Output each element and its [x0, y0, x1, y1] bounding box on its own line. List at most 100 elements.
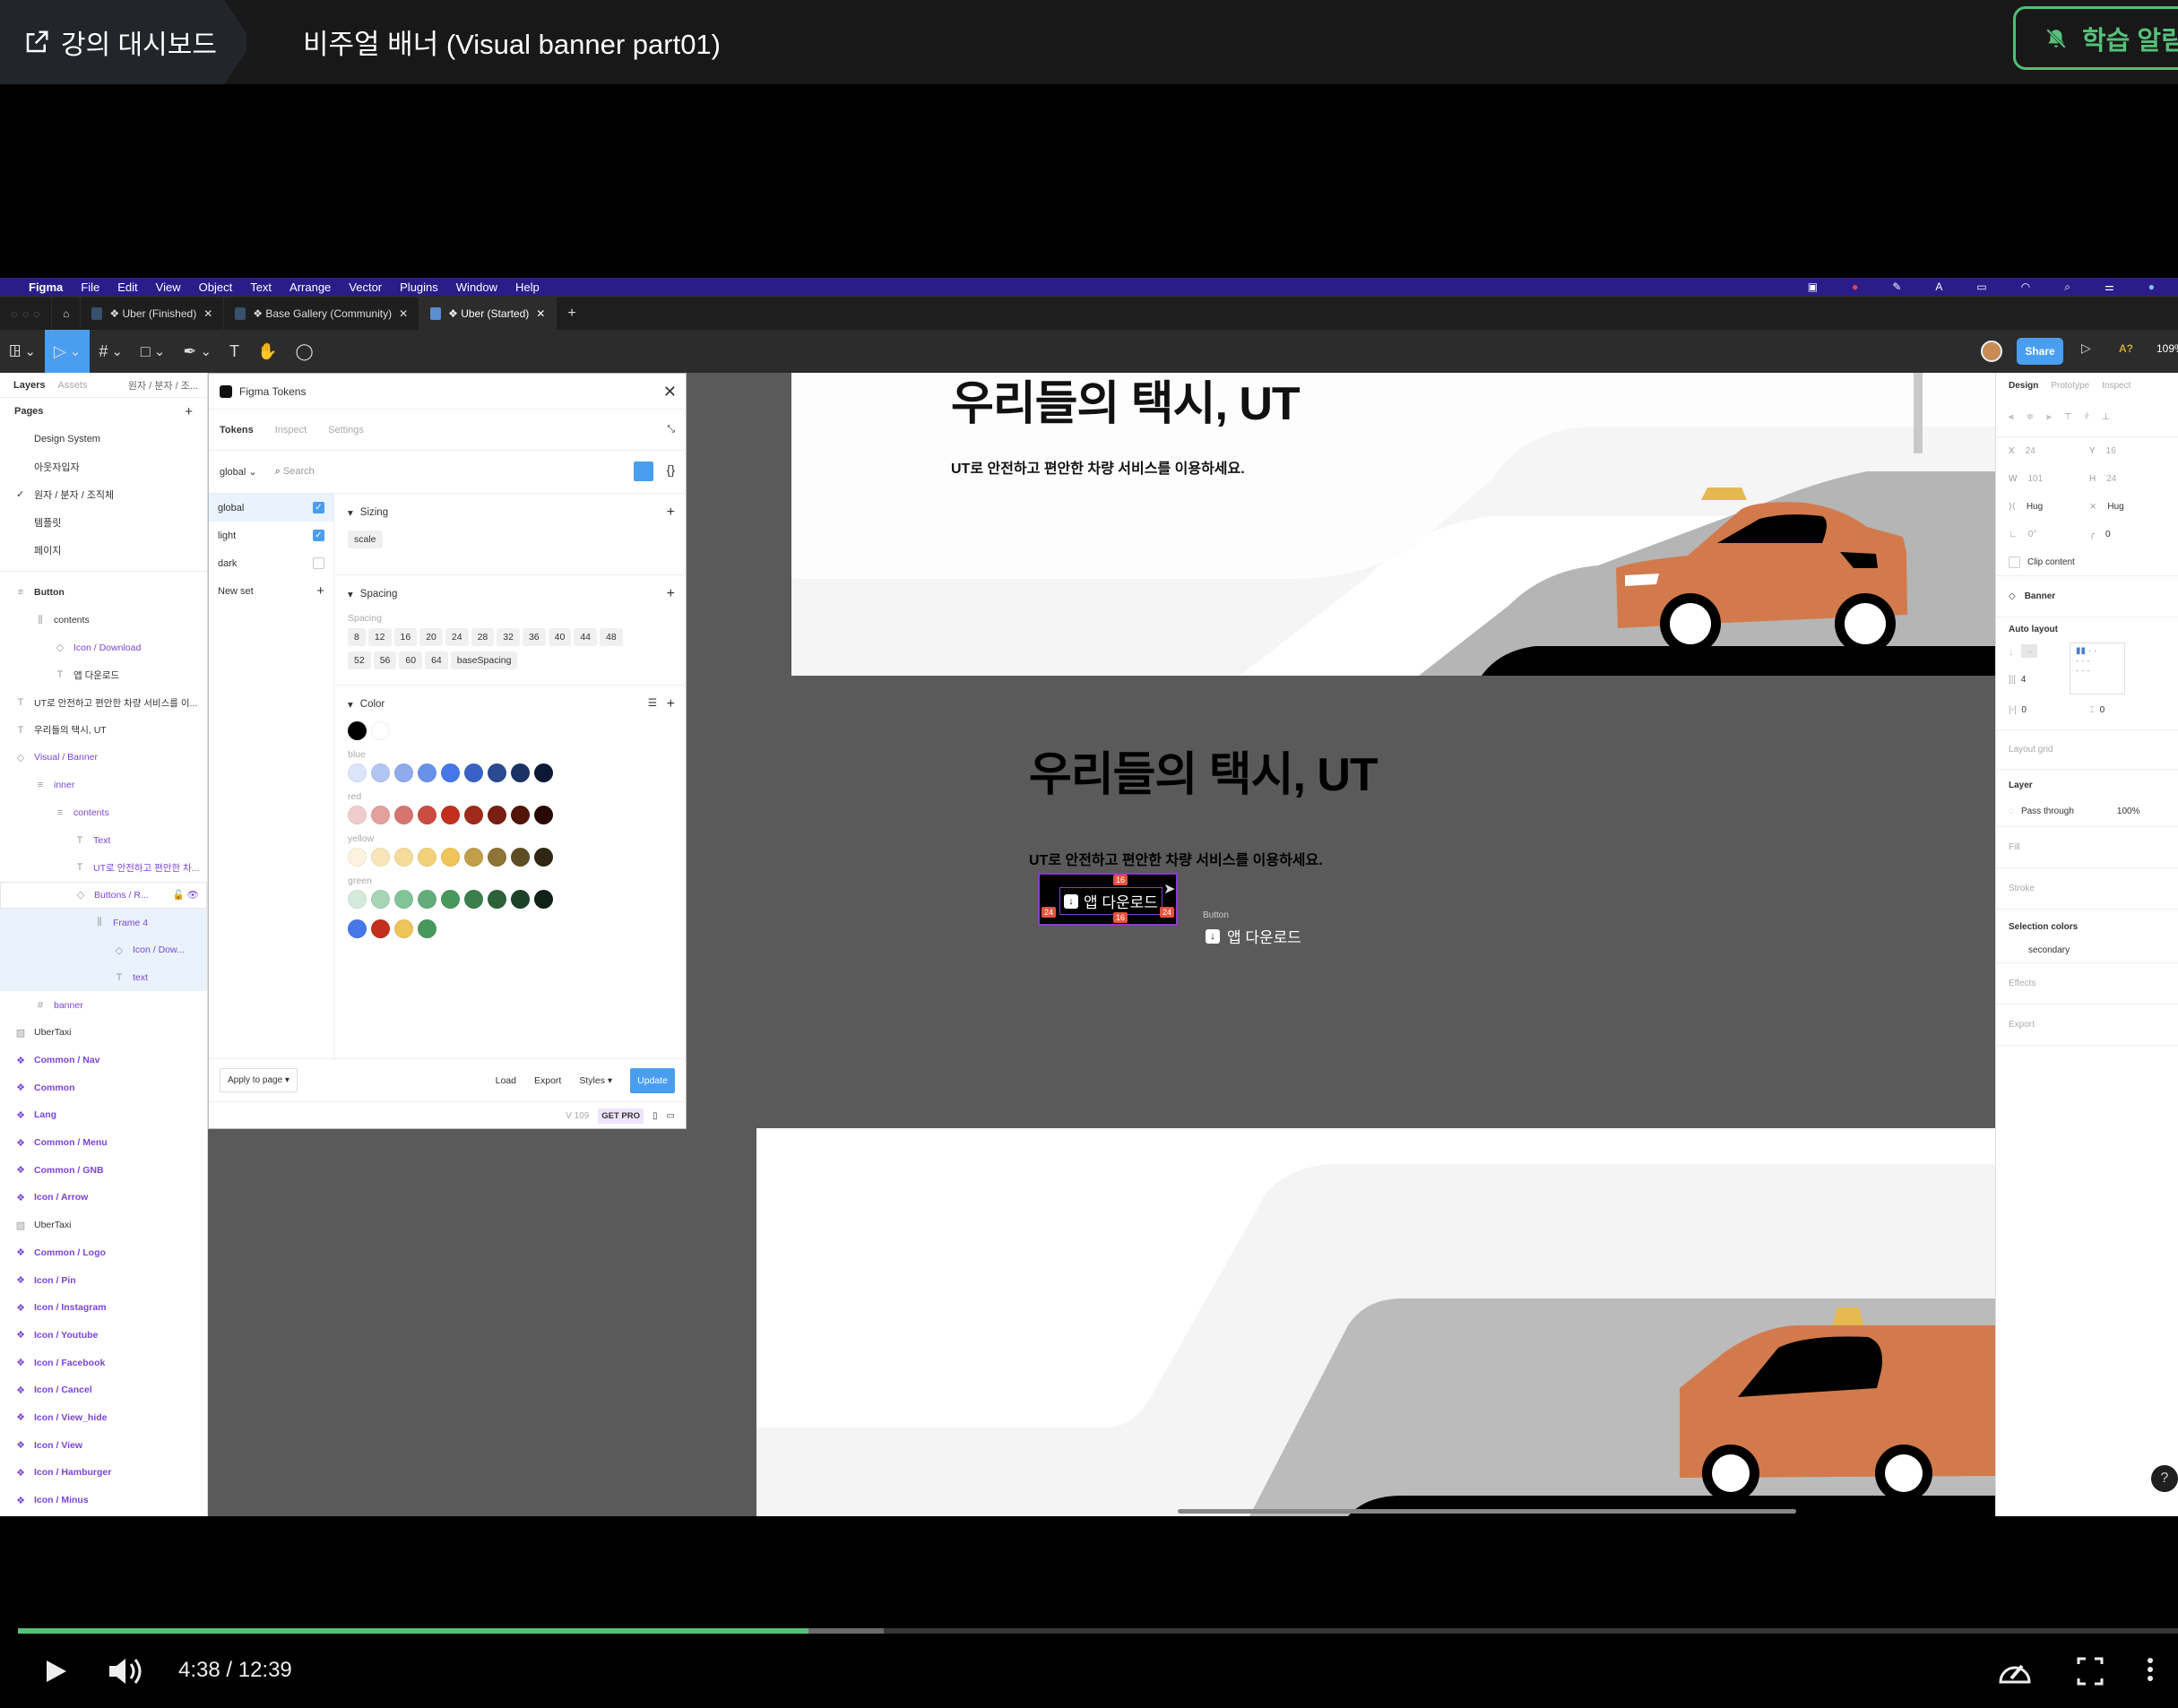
layer-row[interactable]: T UT로 안전하고 편안한 차량 서비스를 이... — [0, 689, 207, 717]
color-swatch[interactable] — [464, 890, 483, 909]
set-checkbox[interactable]: ✓ — [313, 502, 324, 513]
text-tool[interactable]: T — [220, 330, 248, 373]
token-chip[interactable]: 36 — [522, 628, 546, 646]
token-chip[interactable]: 16 — [393, 628, 418, 646]
menu-edit[interactable]: Edit — [117, 280, 137, 294]
close-tab-icon[interactable]: ✕ — [399, 307, 408, 320]
layer-row[interactable]: ❖ Icon / Hamburger — [0, 1459, 207, 1487]
layer-row[interactable]: ❖ Icon / Pin — [0, 1266, 207, 1294]
avatar[interactable] — [1981, 341, 2002, 362]
tab-tokens[interactable]: Tokens — [220, 425, 254, 436]
siri-icon[interactable]: ● — [2148, 280, 2155, 293]
color-swatch[interactable] — [488, 848, 506, 867]
w-field[interactable]: W 101 — [2009, 474, 2089, 484]
layer-row[interactable]: ≡ inner — [0, 772, 207, 799]
caret-icon[interactable]: ▾ — [348, 506, 353, 519]
share-button[interactable]: Share — [2017, 338, 2063, 365]
color-swatch[interactable] — [371, 806, 390, 824]
token-set-dark[interactable]: dark — [209, 549, 333, 577]
menu-window[interactable]: Window — [456, 280, 497, 294]
layer-row[interactable]: ❖ Common / Nav — [0, 1047, 207, 1074]
align-left-icon[interactable]: ⫷ — [2009, 412, 2014, 422]
fullscreen-button[interactable] — [2076, 1653, 2105, 1689]
styles-menu[interactable]: Styles ▾ — [579, 1075, 612, 1086]
banner-frame-top[interactable]: 우리들의 택시, UT UT로 안전하고 편안한 차량 서비스를 이용하세요. — [791, 373, 1995, 676]
token-chip[interactable]: 64 — [425, 651, 448, 669]
color-swatch[interactable] — [394, 806, 413, 824]
pen-icon[interactable]: ✎ — [1892, 280, 1901, 293]
color-swatch[interactable] — [534, 763, 553, 782]
color-swatch[interactable] — [371, 890, 390, 909]
load-button[interactable]: Load — [496, 1075, 516, 1086]
component-instance[interactable]: ◇ Banner — [1996, 576, 2178, 617]
tab-base-gallery[interactable]: ❖ Base Gallery (Community) ✕ — [224, 298, 420, 330]
selected-download-button[interactable]: ↓ 앱 다운로드 16 16 24 24 ➤ — [1038, 873, 1178, 926]
color-swatch[interactable] — [348, 721, 367, 740]
color-swatch[interactable] — [348, 806, 367, 824]
layer-row[interactable]: ❖ Icon / View_hide — [0, 1404, 207, 1432]
layer-row[interactable]: ❖ Lang — [0, 1101, 207, 1129]
lock-visibility-icons[interactable]: 🔓 👁 — [173, 889, 199, 901]
banner-title[interactable]: 우리들의 택시, UT — [951, 373, 1301, 433]
layer-row[interactable]: ❖ Common / Menu — [0, 1129, 207, 1157]
layer-row[interactable]: ◇ Icon / Dow... — [0, 936, 207, 964]
color-swatch[interactable] — [348, 848, 367, 867]
layer-row[interactable]: ❖ Icon / Arrow — [0, 1184, 207, 1212]
layer-row[interactable]: ❖ Icon / Instagram — [0, 1294, 207, 1322]
color-swatch[interactable] — [511, 848, 530, 867]
color-swatch[interactable] — [348, 890, 367, 909]
list-icon[interactable]: ☰ — [648, 696, 657, 709]
layer-row[interactable]: # banner — [0, 991, 207, 1019]
layer-row[interactable]: ❖ Icon / Facebook — [0, 1349, 207, 1376]
page-item[interactable]: 아웃자입자 — [0, 453, 207, 480]
alignment-grid[interactable]: ▮▮ · · · · · · · · — [2070, 643, 2125, 694]
menu-file[interactable]: File — [81, 280, 99, 294]
token-chip[interactable]: 12 — [367, 628, 392, 646]
token-chip[interactable]: baseSpacing — [450, 651, 518, 669]
layer-row[interactable]: T Text — [0, 826, 207, 854]
color-swatch[interactable] — [418, 890, 436, 909]
input-source-icon[interactable]: A — [1935, 280, 1942, 293]
json-view-toggle[interactable]: {} — [667, 462, 675, 477]
docs-icon[interactable]: ▯ — [653, 1111, 658, 1121]
clip-content-checkbox[interactable] — [2009, 556, 2020, 568]
token-chip[interactable]: 24 — [445, 628, 469, 646]
token-chip[interactable]: 52 — [348, 651, 371, 669]
tab-uber-started[interactable]: ❖ Uber (Started) ✕ — [419, 298, 557, 330]
pen-tool[interactable]: ✒ ⌄ — [174, 330, 220, 373]
hand-tool[interactable]: ✋ — [248, 330, 286, 373]
layer-row[interactable]: ▧ UberTaxi — [0, 1019, 207, 1047]
list-view-toggle[interactable] — [634, 462, 653, 481]
layer-row[interactable]: ❖ Common — [0, 1074, 207, 1101]
token-chip[interactable]: 28 — [471, 628, 495, 646]
token-set-light[interactable]: light ✓ — [209, 522, 333, 549]
playback-speed-button[interactable] — [1995, 1653, 2035, 1689]
color-swatch[interactable] — [371, 721, 390, 740]
banner-subtitle[interactable]: UT로 안전하고 편안한 차량 서비스를 이용하세요. — [951, 456, 1245, 478]
blend-mode-select[interactable]: Pass through — [2021, 807, 2074, 816]
tab-assets[interactable]: Assets — [57, 380, 87, 391]
padding-h-field[interactable]: |▫| 0 — [2009, 705, 2027, 715]
horizontal-scrollbar[interactable] — [1178, 1509, 1796, 1514]
x-field[interactable]: X 24 — [2009, 446, 2089, 456]
color-swatch[interactable] — [464, 848, 483, 867]
export-button[interactable]: Export — [534, 1075, 561, 1086]
gap-field[interactable]: ]|[ 4 — [2009, 675, 2026, 685]
color-swatch[interactable] — [371, 763, 390, 782]
menu-plugins[interactable]: Plugins — [400, 280, 438, 294]
tab-settings[interactable]: Settings — [328, 425, 364, 436]
set-checkbox[interactable]: ✓ — [313, 530, 324, 541]
align-right-icon[interactable]: ⫸ — [2046, 412, 2052, 422]
help-button[interactable]: ? — [2151, 1465, 2178, 1492]
fill-section[interactable]: Fill — [1996, 827, 2178, 868]
banner-frame-bottom[interactable] — [756, 1128, 1995, 1516]
spotlight-icon[interactable]: ⌕ — [2064, 280, 2070, 294]
color-swatch[interactable] — [348, 919, 367, 938]
color-swatch[interactable] — [418, 919, 436, 938]
color-swatch[interactable] — [348, 763, 367, 782]
menu-app-name[interactable]: Figma — [29, 280, 63, 294]
layer-row[interactable]: ❖ Icon / Youtube — [0, 1322, 207, 1350]
effects-section[interactable]: Effects — [1996, 963, 2178, 1005]
add-spacing-token-button[interactable]: + — [667, 586, 675, 602]
tab-uber-finished[interactable]: ❖ Uber (Finished) ✕ — [81, 298, 225, 330]
